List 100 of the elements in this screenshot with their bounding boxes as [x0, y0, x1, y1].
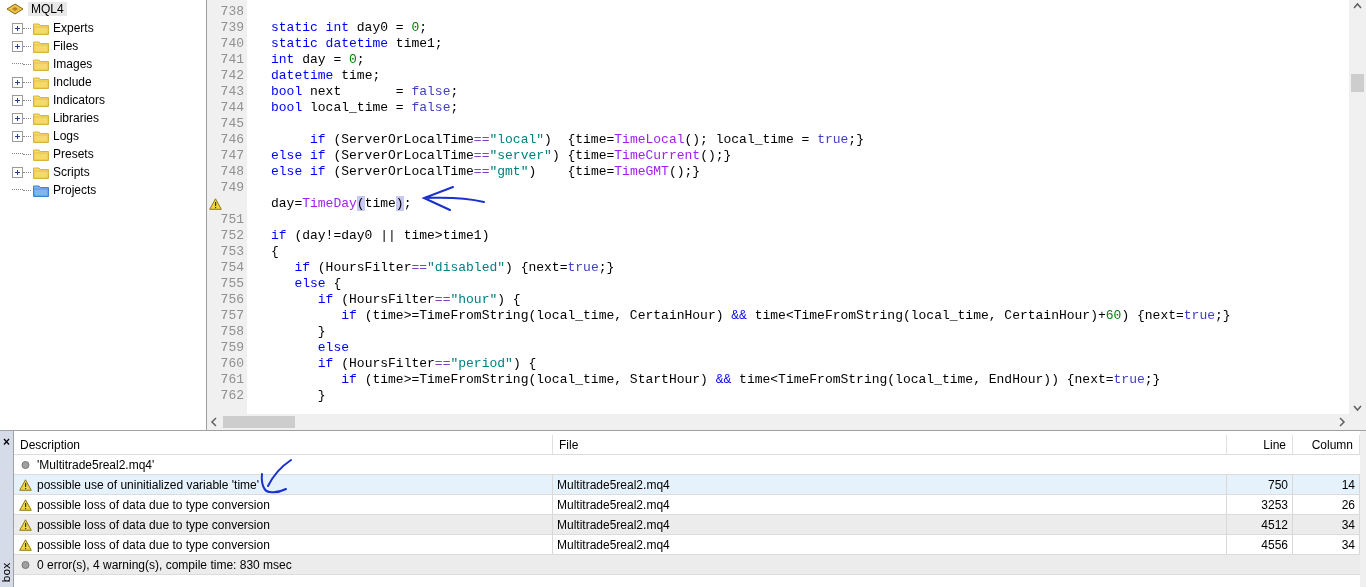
expand-icon[interactable]	[12, 166, 23, 178]
arrow-drawing	[260, 458, 294, 496]
line-number: 746	[220, 132, 244, 148]
line-number: 761	[220, 372, 244, 388]
line-number: 751	[220, 212, 244, 228]
line-number: 743	[220, 84, 244, 100]
table-cell: Multitrade5real2.mq4	[557, 477, 670, 492]
code-line: static int day0 = 0;	[271, 20, 428, 36]
line-number: 760	[220, 356, 244, 372]
code-line: }	[316, 388, 326, 404]
tree-root-label[interactable]: MQL4	[28, 2, 67, 16]
code-line: else {	[293, 276, 342, 292]
warning-icon	[19, 478, 32, 491]
warning-icon	[19, 518, 32, 531]
code-line: if (HoursFilter=="hour") {	[316, 292, 521, 308]
table-cell: 'Multitrade5real2.mq4'	[37, 457, 155, 472]
line-number: 758	[220, 324, 244, 340]
column-header[interactable]: Line	[1227, 435, 1293, 454]
folder-icon	[33, 183, 49, 197]
line-number: 759	[220, 340, 244, 356]
table-cell: possible loss of data due to type conversion	[37, 497, 270, 512]
code-line: else if (ServerOrLocalTime=="server") {time=TimeCurrent();}	[271, 148, 732, 164]
line-number: 748	[220, 164, 244, 180]
code-line: bool next = false;	[271, 84, 459, 100]
code-line: bool local_time = false;	[271, 100, 459, 116]
folder-icon	[33, 165, 49, 179]
table-cell: possible loss of data due to type conversion	[37, 537, 270, 552]
table-cell: 4556	[1261, 537, 1288, 552]
code-line: if (time>=TimeFromString(local_time, StartHour) && time<TimeFromString(local_time, EndHour)) {next=true;}	[340, 372, 1161, 388]
line-number: 744	[220, 100, 244, 116]
tree-item[interactable]: Logs	[53, 129, 80, 143]
tree-item[interactable]: Scripts	[53, 165, 90, 179]
tree-item[interactable]: Libraries	[53, 111, 100, 125]
column-header[interactable]: Description	[14, 435, 553, 454]
info-dot-icon	[19, 458, 32, 471]
folder-icon	[33, 111, 49, 125]
code-line: {	[271, 244, 279, 260]
expand-icon[interactable]	[12, 40, 23, 52]
table-cell: 750	[1267, 477, 1288, 492]
line-number: 747	[220, 148, 244, 164]
table-cell: Multitrade5real2.mq4	[557, 537, 670, 552]
table-cell: 4512	[1261, 517, 1288, 532]
line-number: 755	[220, 276, 244, 292]
scrollbar-thumb[interactable]	[223, 416, 295, 428]
info-dot-icon	[19, 558, 32, 571]
message-row[interactable]: possible use of uninitialized variable 'time' Multitrade5real2.mq4 750 14	[14, 475, 1360, 495]
table-cell: 26	[1341, 497, 1355, 512]
line-number: 749	[220, 180, 244, 196]
code-line: }	[316, 324, 326, 340]
line-number: 752	[220, 228, 244, 244]
table-cell: Multitrade5real2.mq4	[557, 497, 670, 512]
book-icon	[6, 2, 24, 16]
table-cell: 34	[1341, 517, 1355, 532]
line-number: 753	[220, 244, 244, 260]
message-row[interactable]: possible loss of data due to type conversion Multitrade5real2.mq4 4512 34	[14, 515, 1360, 535]
horizontal-scrollbar[interactable]	[207, 414, 1366, 430]
line-number: 754	[220, 260, 244, 276]
expand-icon[interactable]	[12, 94, 23, 106]
expand-icon[interactable]	[12, 22, 23, 34]
code-line: if (ServerOrLocalTime=="local") {time=TimeLocal(); local_time = true;}	[309, 132, 864, 148]
code-line: else if (ServerOrLocalTime=="gmt") {time=TimeGMT();}	[271, 164, 701, 180]
table-cell: possible use of uninitialized variable 'time'	[37, 477, 260, 492]
folder-icon	[33, 21, 49, 35]
code-line: else	[316, 340, 349, 356]
expand-icon[interactable]	[12, 112, 23, 124]
code-line: datetime time;	[271, 68, 381, 84]
table-cell: Multitrade5real2.mq4	[557, 517, 670, 532]
folder-icon	[33, 57, 49, 71]
scrollbar-thumb[interactable]	[1351, 74, 1364, 92]
tree-item[interactable]: Indicators	[53, 93, 106, 107]
code-line: day=TimeDay(time);	[271, 196, 412, 212]
line-number: 745	[220, 116, 244, 132]
column-header[interactable]: Column	[1293, 435, 1360, 454]
expand-icon[interactable]	[12, 76, 23, 88]
folder-icon	[33, 147, 49, 161]
close-button[interactable]: ×	[3, 435, 10, 449]
column-header[interactable]: File	[553, 435, 1227, 454]
line-number: 762	[220, 388, 244, 404]
table-cell: 0 error(s), 4 warning(s), compile time: 830 msec	[37, 557, 292, 572]
code-line: int day = 0;	[271, 52, 365, 68]
vertical-scrollbar[interactable]	[1349, 0, 1366, 414]
line-number: 741	[220, 52, 244, 68]
table-cell: possible loss of data due to type conversion	[37, 517, 270, 532]
table-cell: 34	[1341, 537, 1355, 552]
folder-icon	[33, 93, 49, 107]
panel-title: box	[0, 562, 13, 583]
line-number: 740	[220, 36, 244, 52]
code-line: if (time>=TimeFromString(local_time, CertainHour) && time<TimeFromString(local_time, CertainHour)+60) {next=true;}	[340, 308, 1231, 324]
code-line: static datetime time1;	[271, 36, 443, 52]
message-row[interactable]: 0 error(s), 4 warning(s), compile time: 830 msec	[14, 555, 1360, 575]
tree-item[interactable]: Images	[53, 57, 93, 71]
tree-item[interactable]: Include	[53, 75, 92, 89]
line-number: 742	[220, 68, 244, 84]
folder-icon	[33, 75, 49, 89]
tree-item[interactable]: Presets	[53, 147, 94, 161]
expand-icon[interactable]	[12, 130, 23, 142]
tree-item[interactable]: Projects	[53, 183, 97, 197]
tree-item[interactable]: Files	[53, 39, 79, 53]
tree-item[interactable]: Experts	[53, 21, 94, 35]
code-line: if (HoursFilter=="disabled") {next=true;}	[293, 260, 615, 276]
